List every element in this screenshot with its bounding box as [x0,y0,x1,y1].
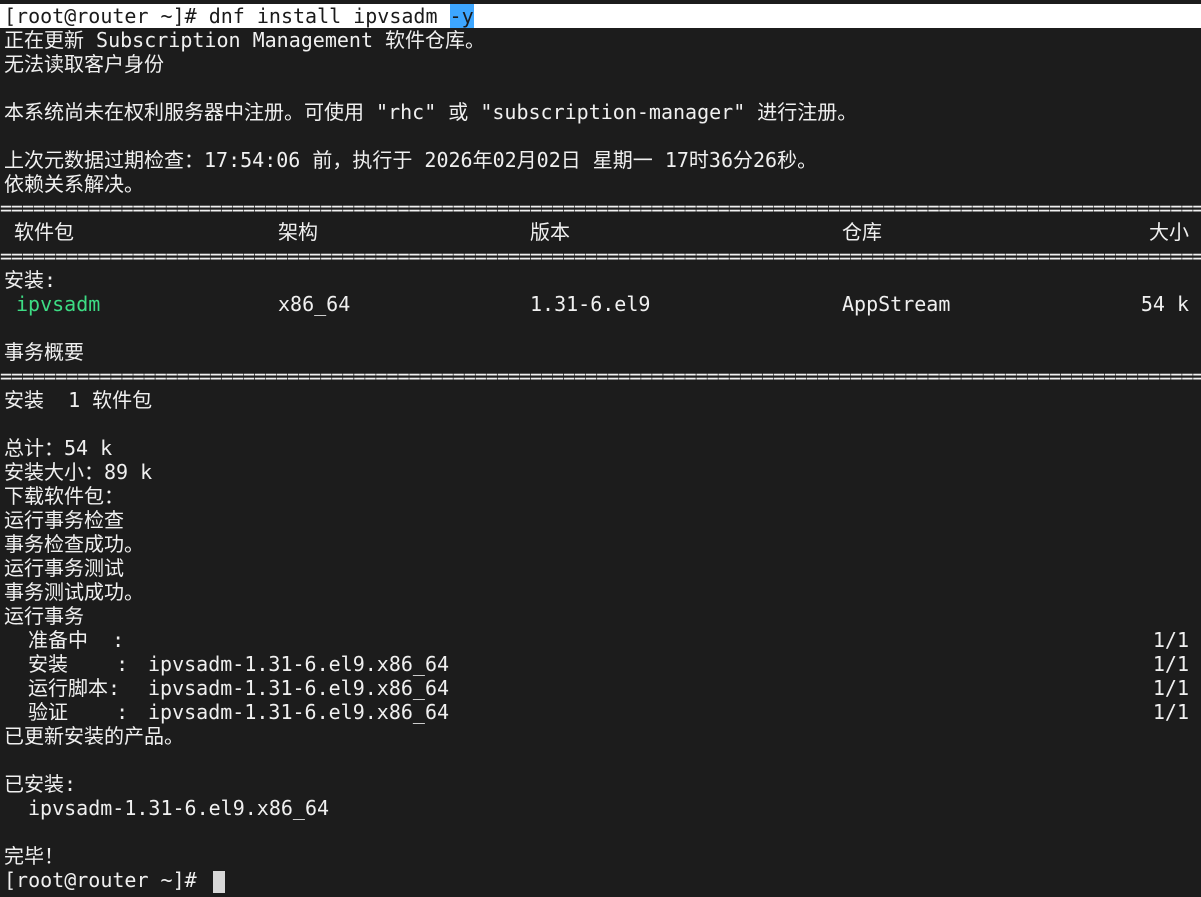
separator: ========================================… [0,364,1201,388]
row-repo: AppStream [842,292,951,316]
row-arch: x86_64 [278,292,351,316]
step-progress: 1/1 [1152,700,1189,724]
separator: ========================================… [0,244,1201,268]
header-package: 软件包 [14,220,74,244]
row-package: ipvsadm [16,292,101,316]
command-text: dnf install ipvsadm [208,4,450,28]
installed-package: ipvsadm-1.31-6.el9.x86_64 [28,796,330,820]
command-line: [root@router ~]# dnf install ipvsadm -y [0,4,1201,28]
output-line: 安装大小：89 k [4,460,153,484]
updated-line: 已更新安装的产品。 [4,724,184,748]
output-line: 下载软件包： [4,484,124,508]
prompt-text: [root@router ~]# [4,4,209,28]
table-row: ipvsadm x86_64 1.31-6.el9 AppStream 54 k [0,292,1201,316]
output-line: 运行事务检查 [4,508,124,532]
step-progress: 1/1 [1152,652,1189,676]
step-row: 验证 : ipvsadm-1.31-6.el9.x86_64 1/1 [0,700,1201,724]
step-label: 准备中 : [28,628,125,652]
step-row: 安装 : ipvsadm-1.31-6.el9.x86_64 1/1 [0,652,1201,676]
row-size: 54 k [1140,292,1189,316]
final-prompt: [root@router ~]# [4,868,209,892]
row-version: 1.31-6.el9 [530,292,651,316]
header-size: 大小 [1149,220,1189,244]
output-line: 正在更新 Subscription Management 软件仓库。 [4,28,486,52]
installed-title: 已安装: [4,772,77,796]
done-line: 完毕！ [4,844,64,868]
output-line: 运行事务 [4,604,84,628]
step-progress: 1/1 [1152,676,1189,700]
output-line: 上次元数据过期检查：17:54:06 前，执行于 2026年02月02日 星期一… [4,148,818,172]
header-version: 版本 [530,220,570,244]
output-line: 事务检查成功。 [4,532,144,556]
output-line: 本系统尚未在权利服务器中注册。可使用 "rhc" 或 "subscription… [4,100,858,124]
step-label: 验证 : [28,700,129,724]
final-prompt-line[interactable]: [root@router ~]# [0,868,1201,893]
output-line: 依赖关系解决。 [4,172,144,196]
output-line: 运行事务测试 [4,556,124,580]
command-flag: -y [449,4,474,28]
step-label: 运行脚本: [28,676,121,700]
output-line: 总计：54 k [4,436,113,460]
header-repo: 仓库 [842,220,882,244]
summary-title: 事务概要 [4,340,84,364]
step-detail: ipvsadm-1.31-6.el9.x86_64 [148,700,450,724]
terminal-window[interactable]: [root@router ~]# dnf install ipvsadm -y … [0,0,1201,897]
step-label: 安装 : [28,652,129,676]
cursor-block[interactable] [212,870,225,893]
output-line: 事务测试成功。 [4,580,144,604]
table-header-row: 软件包 架构 版本 仓库 大小 [0,220,1201,244]
step-detail: ipvsadm-1.31-6.el9.x86_64 [148,652,450,676]
step-row: 运行脚本: ipvsadm-1.31-6.el9.x86_64 1/1 [0,676,1201,700]
section-label: 安装: [4,268,57,292]
step-detail: ipvsadm-1.31-6.el9.x86_64 [148,676,450,700]
separator: ========================================… [0,196,1201,220]
summary-install: 安装 1 软件包 [4,388,153,412]
step-progress: 1/1 [1152,628,1189,652]
output-line: 无法读取客户身份 [4,52,164,76]
header-arch: 架构 [278,220,318,244]
step-row: 准备中 : 1/1 [0,628,1201,652]
